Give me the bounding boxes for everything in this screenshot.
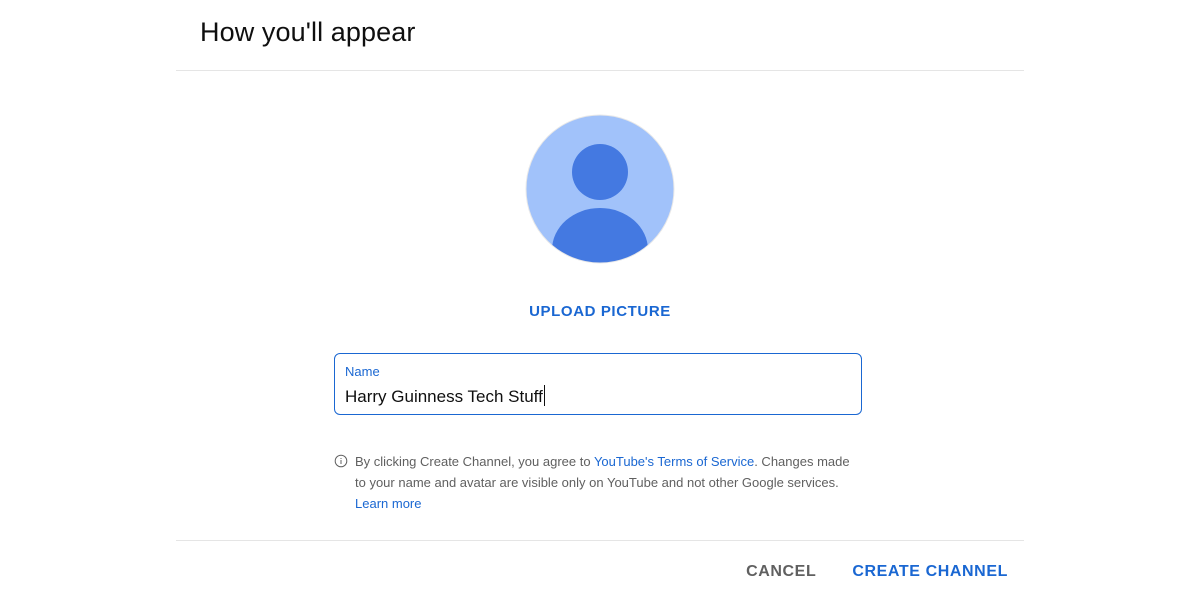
name-field[interactable]: Name Harry Guinness Tech Stuff	[334, 353, 862, 415]
terms-of-service-link[interactable]: YouTube's Terms of Service	[594, 454, 754, 469]
upload-picture-button[interactable]: UPLOAD PICTURE	[525, 301, 675, 322]
text-caret	[543, 385, 545, 406]
footer-divider	[176, 540, 1024, 541]
name-field-label: Name	[345, 364, 380, 379]
header-divider	[176, 70, 1024, 71]
dialog-title: How you'll appear	[200, 17, 416, 47]
info-icon	[334, 454, 348, 468]
terms-notice: By clicking Create Channel, you agree to…	[334, 451, 864, 514]
cancel-button[interactable]: CANCEL	[746, 561, 816, 583]
create-channel-dialog: How you'll appear UPLOAD PICTURE Name Ha…	[176, 0, 1024, 600]
dialog-actions: CANCEL CREATE CHANNEL	[746, 561, 1008, 583]
name-input[interactable]: Harry Guinness Tech Stuff	[345, 385, 545, 407]
default-person-avatar-icon	[525, 114, 675, 264]
name-input-value: Harry Guinness Tech Stuff	[345, 387, 543, 406]
create-channel-button[interactable]: CREATE CHANNEL	[852, 561, 1008, 583]
notice-text: By clicking Create Channel, you agree to…	[355, 451, 864, 514]
upload-picture-row: UPLOAD PICTURE	[176, 301, 1024, 322]
learn-more-link[interactable]: Learn more	[355, 496, 421, 511]
notice-prefix: By clicking Create Channel, you agree to	[355, 454, 594, 469]
